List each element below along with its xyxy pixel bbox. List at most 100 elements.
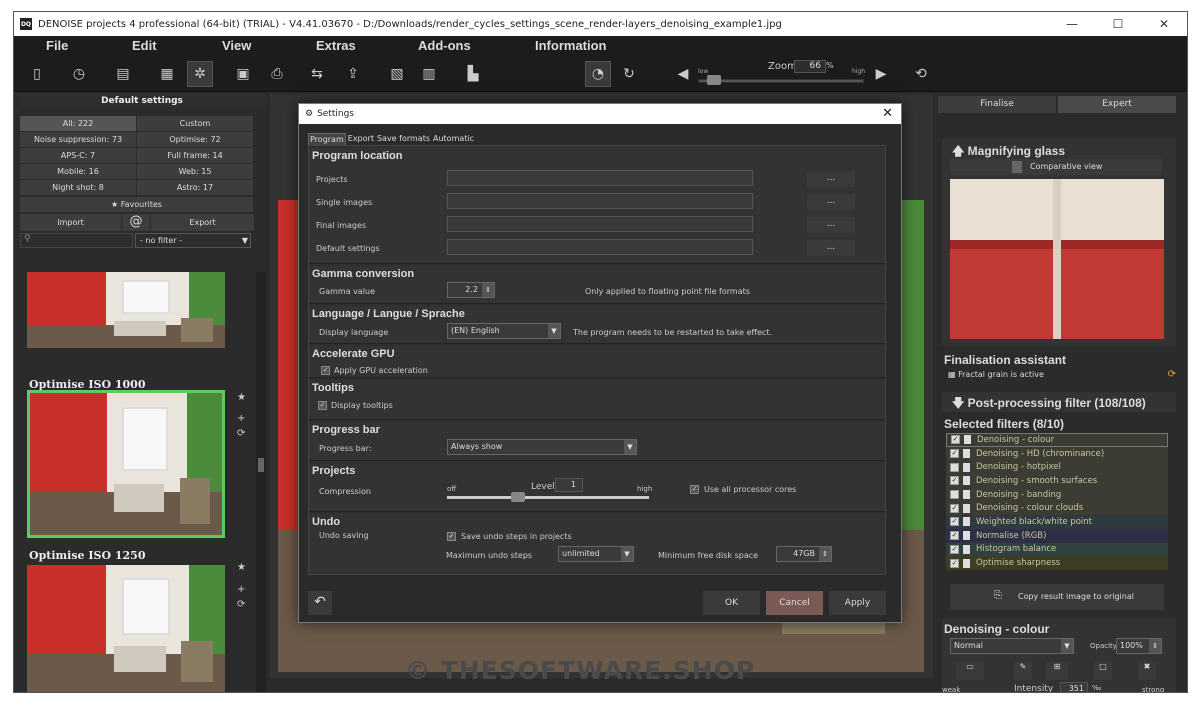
- tooltips-checkbox[interactable]: ✓: [318, 401, 327, 410]
- import-button[interactable]: Import: [20, 214, 121, 231]
- filter-row[interactable]: ✓ Optimise sharpness: [946, 556, 1168, 570]
- filter-row[interactable]: ✓ Histogram balance: [946, 542, 1168, 557]
- preset-all[interactable]: All: 222: [20, 116, 136, 131]
- preset-night-shot[interactable]: Night shot: 8: [20, 180, 136, 195]
- filter-checkbox[interactable]: ✓: [950, 503, 959, 513]
- single-images-path-field[interactable]: [447, 193, 753, 209]
- preset-thumbnail-selected[interactable]: [27, 390, 225, 538]
- remove-filter-icon[interactable]: ✖: [1138, 662, 1156, 680]
- new-file-icon[interactable]: ▯: [24, 61, 50, 87]
- gamma-stepper[interactable]: 2.2 ⇕: [447, 282, 495, 298]
- filter-row[interactable]: ✓ Normalise (RGB): [946, 528, 1168, 543]
- final-images-path-field[interactable]: [447, 216, 753, 232]
- comparative-view-toggle[interactable]: Comparative view: [950, 159, 1162, 175]
- default-settings-browse-button[interactable]: ...: [807, 240, 855, 256]
- favourites-button[interactable]: ★ Favourites: [20, 197, 253, 212]
- sync-icon[interactable]: ⟳: [237, 428, 245, 439]
- filter-checkbox[interactable]: ✓: [950, 449, 959, 459]
- filmstrip-icon[interactable]: ▥: [416, 61, 442, 87]
- preset-custom[interactable]: Custom: [137, 116, 253, 131]
- filter-row[interactable]: Denoising - hotpixel: [946, 460, 1168, 475]
- preset-aps-c[interactable]: APS-C: 7: [20, 148, 136, 163]
- export-icon[interactable]: ⇆: [304, 61, 330, 87]
- apply-button[interactable]: Apply: [829, 591, 886, 615]
- blend-mode-select[interactable]: Normal ▼: [950, 638, 1074, 654]
- preset-thumbnail[interactable]: [27, 565, 225, 692]
- crop-rotate-icon[interactable]: ⟲: [908, 61, 934, 87]
- projects-browse-button[interactable]: ...: [807, 171, 855, 187]
- tab-finalise[interactable]: Finalise: [938, 96, 1056, 113]
- zoom-slider-handle[interactable]: [707, 75, 721, 85]
- filter-checkbox[interactable]: ✓: [950, 531, 959, 541]
- sync-icon[interactable]: ⟳: [237, 599, 245, 610]
- final-images-browse-button[interactable]: ...: [807, 217, 855, 233]
- save-icon[interactable]: ▣: [230, 61, 256, 87]
- preset-optimise[interactable]: Optimise: 72: [137, 132, 253, 147]
- zoom-in-icon[interactable]: ▶: [868, 61, 894, 87]
- report-icon[interactable]: ▧: [384, 61, 410, 87]
- filter-checkbox[interactable]: ✓: [950, 558, 959, 568]
- maximize-button[interactable]: ☐: [1095, 12, 1141, 36]
- add-filter-icon[interactable]: ⊞: [1046, 662, 1068, 680]
- filter-row[interactable]: ✓ Denoising - HD (chrominance): [946, 446, 1168, 461]
- gpu-checkbox[interactable]: ✓: [321, 366, 330, 375]
- compression-slider[interactable]: [447, 496, 649, 499]
- zoom-out-icon[interactable]: ◀: [670, 61, 696, 87]
- raw-icon[interactable]: ▦: [154, 61, 180, 87]
- preset-astro[interactable]: Astro: 17: [137, 180, 253, 195]
- print-icon[interactable]: ⎙: [264, 61, 290, 87]
- undo-icon[interactable]: ↶: [308, 591, 332, 615]
- left-scrollbar[interactable]: [256, 272, 266, 692]
- tab-export[interactable]: Export: [346, 133, 375, 145]
- menu-extras[interactable]: Extras: [316, 38, 356, 53]
- filter-checkbox[interactable]: ✓: [950, 544, 959, 554]
- histogram-icon[interactable]: ▙: [460, 61, 486, 87]
- single-images-browse-button[interactable]: ...: [807, 194, 855, 210]
- save-undo-checkbox[interactable]: ✓: [447, 532, 456, 541]
- menu-view[interactable]: View: [222, 38, 251, 53]
- filter-checkbox[interactable]: [950, 462, 959, 472]
- default-settings-path-field[interactable]: [447, 239, 753, 255]
- batch-settings-icon[interactable]: ✲: [187, 61, 213, 87]
- ok-button[interactable]: OK: [703, 591, 760, 615]
- copy-result-button[interactable]: ⎘ Copy result image to original: [950, 584, 1164, 610]
- refresh-icon[interactable]: ↻: [616, 61, 642, 87]
- preset-load-icon[interactable]: ▭: [956, 662, 984, 680]
- tab-automatic[interactable]: Automatic: [432, 133, 476, 145]
- compression-slider-handle[interactable]: [510, 492, 525, 502]
- at-icon[interactable]: @: [122, 214, 150, 231]
- post-processing-header[interactable]: 🡇 Post-processing filter (108/108): [942, 392, 1176, 412]
- menu-addons[interactable]: Add-ons: [418, 38, 471, 53]
- filter-checkbox[interactable]: ✓: [950, 476, 959, 486]
- close-icon[interactable]: ✕: [882, 106, 893, 121]
- history-icon[interactable]: ◷: [66, 61, 92, 87]
- level-value[interactable]: 1: [555, 478, 583, 492]
- minimize-button[interactable]: —: [1049, 12, 1095, 36]
- preset-search-input[interactable]: ⚲: [20, 233, 133, 248]
- filter-row[interactable]: ✓ Denoising - colour clouds: [946, 501, 1168, 516]
- min-disk-stepper[interactable]: 47GB ⇕: [776, 546, 832, 562]
- filter-select[interactable]: - no filter - ▼: [135, 233, 251, 248]
- opacity-stepper[interactable]: 100% ⇕: [1116, 638, 1162, 654]
- menu-edit[interactable]: Edit: [132, 38, 157, 53]
- projects-path-field[interactable]: [447, 170, 753, 186]
- filter-row[interactable]: ✓ Denoising - smooth surfaces: [946, 474, 1168, 488]
- compare-time-icon[interactable]: ◔: [585, 61, 611, 87]
- progress-bar-select[interactable]: Always show ▼: [447, 439, 637, 455]
- tab-save-formats[interactable]: Save formats: [375, 133, 431, 145]
- tab-expert[interactable]: Expert: [1058, 96, 1176, 113]
- preset-full-frame[interactable]: Full frame: 14: [137, 148, 253, 163]
- refresh-icon[interactable]: ⟳: [1168, 369, 1176, 380]
- scrollbar-thumb[interactable]: [258, 458, 264, 472]
- send-to-icon[interactable]: ⇪: [340, 61, 366, 87]
- export-button[interactable]: Export: [151, 214, 254, 231]
- zoom-value[interactable]: 66: [794, 60, 826, 73]
- add-icon[interactable]: +: [237, 413, 245, 424]
- filter-row[interactable]: ✓ Weighted black/white point: [946, 515, 1168, 529]
- menu-information[interactable]: Information: [535, 38, 607, 53]
- filter-checkbox[interactable]: ✓: [950, 517, 959, 527]
- filter-checkbox[interactable]: [950, 490, 959, 500]
- zoom-slider[interactable]: [698, 79, 864, 83]
- tab-program[interactable]: Program: [308, 133, 346, 145]
- language-select[interactable]: (EN) English ▼: [447, 323, 561, 339]
